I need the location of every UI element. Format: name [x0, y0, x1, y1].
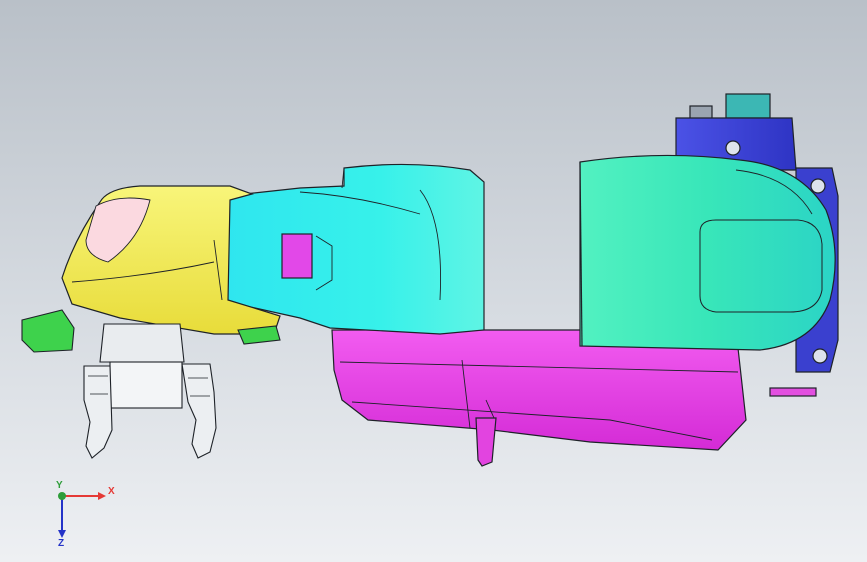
x-axis-head: [98, 492, 106, 500]
y-axis-dot: [58, 492, 66, 500]
flange-bolt-hole: [812, 348, 828, 364]
cad-viewport[interactable]: X Y Z: [0, 0, 867, 562]
motor-port: [725, 140, 741, 156]
z-axis-label: Z: [58, 538, 64, 548]
flange-bolt-hole: [810, 178, 826, 194]
arm-magenta-tag: [281, 233, 313, 279]
triad-graphic: X Y Z: [56, 480, 115, 549]
gripper-hub: [99, 323, 185, 363]
coordinate-triad: X Y Z: [40, 478, 120, 549]
z-axis-head: [58, 530, 66, 538]
gripper-body: [109, 361, 183, 409]
robot-arm-model[interactable]: [0, 0, 867, 562]
y-axis-label: Y: [56, 480, 63, 491]
tower-link-green[interactable]: [579, 154, 836, 351]
motor-cable-bracket: [769, 387, 817, 397]
x-axis-label: X: [108, 486, 115, 497]
motor-teal-cap: [725, 93, 771, 119]
base-cable-spout: [475, 417, 497, 467]
gripper-jaw-left: [83, 365, 113, 459]
upper-arm-cyan[interactable]: [225, 163, 485, 335]
gripper-assembly[interactable]: [21, 309, 281, 459]
base-link-magenta[interactable]: [331, 329, 747, 467]
gripper-green-block: [21, 309, 75, 353]
